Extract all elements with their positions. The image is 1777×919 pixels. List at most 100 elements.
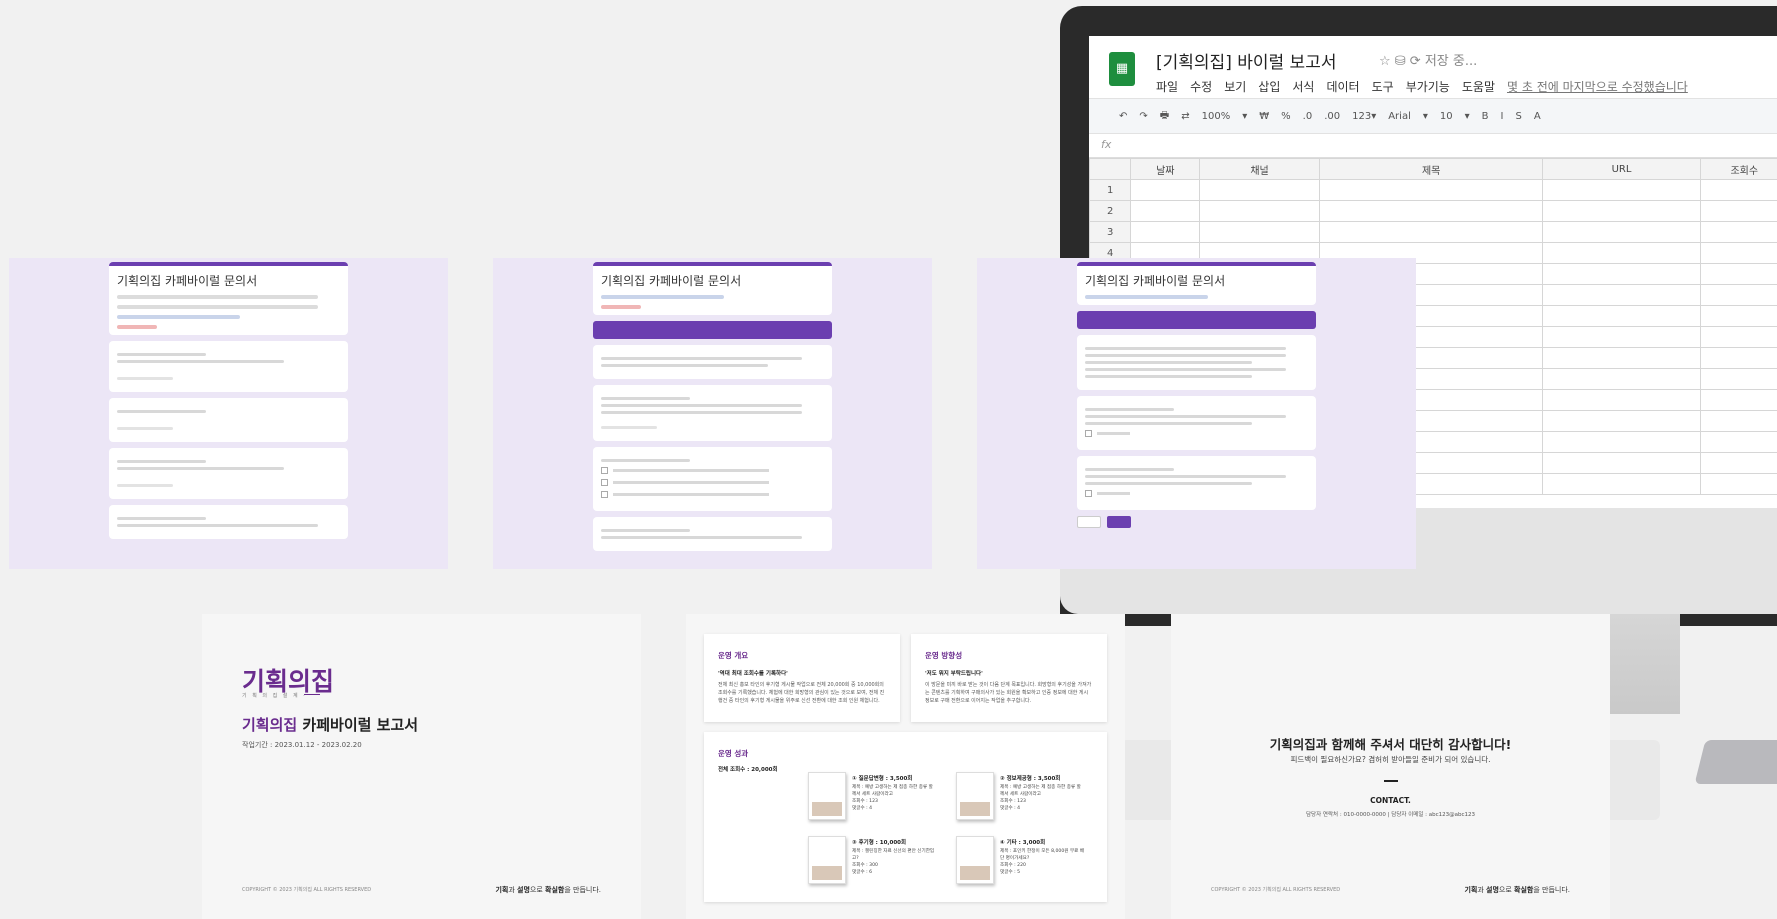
sheet-cell[interactable]: [1130, 179, 1201, 201]
sheet-cell[interactable]: [1699, 368, 1777, 390]
column-header[interactable]: 제목: [1318, 158, 1544, 180]
menu-edit[interactable]: 수정: [1190, 78, 1212, 95]
sheet-cell[interactable]: [1318, 179, 1544, 201]
menu-tools[interactable]: 도구: [1372, 78, 1394, 95]
sheet-cell[interactable]: [1199, 179, 1320, 201]
sheet-toolbar: ↶ ↷ 🖶 ⇄ 100% ▾ ₩ % .0 .00 123▾ Arial ▾ 1…: [1089, 98, 1777, 134]
redo-icon[interactable]: ↷: [1139, 111, 1147, 122]
agree-checkbox[interactable]: [1085, 430, 1308, 437]
number-format-select[interactable]: 123▾: [1352, 111, 1376, 122]
sheet-cell[interactable]: [1318, 221, 1544, 243]
sheet-cell[interactable]: [1318, 200, 1544, 222]
question-card[interactable]: [593, 385, 832, 441]
last-edit-link[interactable]: 몇 초 전에 마지막으로 수정했습니다: [1507, 78, 1688, 95]
row-number[interactable]: 1: [1089, 179, 1132, 201]
question-card[interactable]: [109, 398, 348, 442]
sheet-cell[interactable]: [1542, 431, 1701, 453]
sheet-cell[interactable]: [1699, 473, 1777, 495]
decrease-decimal-icon[interactable]: .0: [1303, 111, 1313, 122]
work-period: 작업기간 : 2023.01.12 - 2023.02.20: [242, 741, 362, 749]
text-color-icon[interactable]: A: [1534, 111, 1541, 122]
sheet-cell[interactable]: [1699, 221, 1777, 243]
sheet-cell[interactable]: [1542, 179, 1701, 201]
menu-insert[interactable]: 삽입: [1258, 78, 1280, 95]
row-number[interactable]: 2: [1089, 200, 1132, 222]
question-card[interactable]: [109, 505, 348, 539]
italic-icon[interactable]: I: [1501, 111, 1504, 122]
question-card[interactable]: [109, 341, 348, 392]
consent-card[interactable]: [1077, 456, 1316, 510]
percent-icon[interactable]: %: [1281, 111, 1291, 122]
zoom-chevron-icon[interactable]: ▾: [1242, 111, 1247, 122]
column-header[interactable]: 조회수: [1699, 158, 1777, 180]
sheet-cell[interactable]: [1542, 284, 1701, 306]
sheet-cell[interactable]: [1699, 410, 1777, 432]
font-size-select[interactable]: 10: [1440, 111, 1453, 122]
print-icon[interactable]: 🖶: [1160, 108, 1169, 125]
sheet-cell[interactable]: [1699, 452, 1777, 474]
sheet-cell[interactable]: [1699, 431, 1777, 453]
corner-cell[interactable]: [1089, 158, 1132, 180]
column-header[interactable]: URL: [1542, 158, 1701, 180]
sheet-cell[interactable]: [1130, 200, 1201, 222]
consent-card[interactable]: [1077, 396, 1316, 450]
sheet-cell[interactable]: [1199, 200, 1320, 222]
checkbox-option[interactable]: [601, 491, 824, 498]
sheet-cell[interactable]: [1542, 452, 1701, 474]
zoom-select[interactable]: 100%: [1202, 111, 1231, 122]
sheet-cell[interactable]: [1699, 179, 1777, 201]
question-card[interactable]: [593, 517, 832, 551]
menu-format[interactable]: 서식: [1292, 78, 1314, 95]
sheet-cell[interactable]: [1542, 473, 1701, 495]
star-folder-sync-icons[interactable]: ☆ ⛁ ⟳ 저장 중...: [1379, 50, 1477, 69]
undo-icon[interactable]: ↶: [1119, 111, 1127, 122]
sheet-cell[interactable]: [1542, 347, 1701, 369]
bold-icon[interactable]: B: [1482, 111, 1489, 122]
column-header[interactable]: 날짜: [1130, 158, 1201, 180]
row-number[interactable]: 3: [1089, 221, 1132, 243]
sheet-cell[interactable]: [1699, 263, 1777, 285]
font-chevron-icon[interactable]: ▾: [1423, 111, 1428, 122]
back-button[interactable]: [1077, 516, 1101, 528]
font-size-chevron-icon[interactable]: ▾: [1465, 111, 1470, 122]
sheets-logo-icon[interactable]: ▦: [1109, 52, 1135, 86]
question-card[interactable]: [593, 345, 832, 379]
question-card[interactable]: [109, 448, 348, 499]
sheet-cell[interactable]: [1542, 221, 1701, 243]
column-header[interactable]: 채널: [1199, 158, 1320, 180]
menu-addons[interactable]: 부가기능: [1406, 78, 1450, 95]
sheet-cell[interactable]: [1542, 305, 1701, 327]
sheet-cell[interactable]: [1699, 200, 1777, 222]
sheet-cell[interactable]: [1542, 410, 1701, 432]
paint-format-icon[interactable]: ⇄: [1181, 111, 1189, 122]
sheet-cell[interactable]: [1699, 284, 1777, 306]
menu-help[interactable]: 도움말: [1462, 78, 1495, 95]
sheet-cell[interactable]: [1699, 389, 1777, 411]
menu-data[interactable]: 데이터: [1326, 78, 1359, 95]
menu-view[interactable]: 보기: [1224, 78, 1246, 95]
sheet-cell[interactable]: [1542, 389, 1701, 411]
sheet-cell[interactable]: [1542, 200, 1701, 222]
currency-icon[interactable]: ₩: [1259, 111, 1269, 122]
checkbox-question[interactable]: [593, 447, 832, 511]
sheet-cell[interactable]: [1542, 326, 1701, 348]
sheet-cell[interactable]: [1542, 368, 1701, 390]
menu-file[interactable]: 파일: [1156, 78, 1178, 95]
sheet-cell[interactable]: [1542, 263, 1701, 285]
sheet-cell[interactable]: [1199, 221, 1320, 243]
sheet-cell[interactable]: [1699, 242, 1777, 264]
submit-button[interactable]: [1107, 516, 1131, 528]
sheet-cell[interactable]: [1542, 242, 1701, 264]
strikethrough-icon[interactable]: S: [1515, 111, 1521, 122]
sheet-cell[interactable]: [1699, 326, 1777, 348]
document-title[interactable]: [기획의집] 바이럴 보고서: [1156, 48, 1336, 73]
agree-checkbox[interactable]: [1085, 490, 1308, 497]
sheet-cell[interactable]: [1699, 305, 1777, 327]
checkbox-option[interactable]: [601, 467, 824, 474]
sheet-cell[interactable]: [1699, 347, 1777, 369]
sheet-cell[interactable]: [1130, 221, 1201, 243]
formula-bar[interactable]: fx: [1089, 134, 1777, 158]
checkbox-option[interactable]: [601, 479, 824, 486]
increase-decimal-icon[interactable]: .00: [1324, 111, 1340, 122]
font-select[interactable]: Arial: [1388, 111, 1411, 122]
